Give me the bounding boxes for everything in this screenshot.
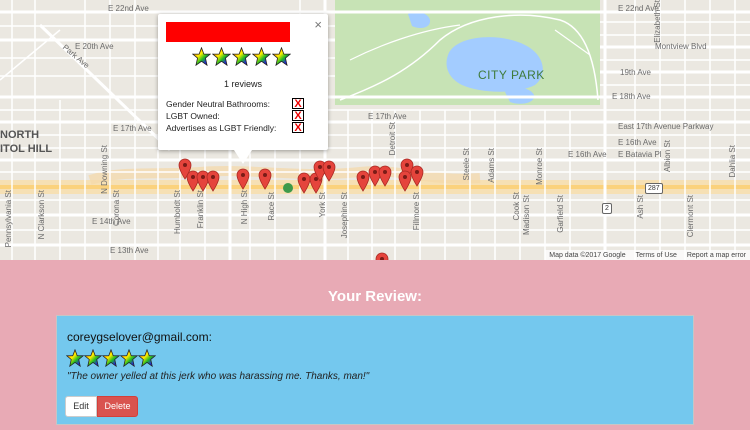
rating-stars [65, 348, 157, 372]
map-marker-icon[interactable] [410, 165, 424, 187]
street-label-franklin: Franklin St [196, 190, 205, 229]
attr-gender-neutral-bathrooms: Gender Neutral Bathrooms: [166, 99, 270, 109]
street-label-detroit: Detroit St [388, 122, 397, 156]
rainbow-star-icon [251, 46, 272, 71]
map-footer: Map data ©2017 Google Terms of Use Repor… [545, 250, 750, 260]
street-label-batavia: E Batavia Pl [618, 150, 662, 159]
review-card: coreygselover@gmail.com: "The owner yell… [56, 315, 694, 425]
street-label-clermont: Clermont St [686, 195, 695, 238]
street-label-ash: Ash St [636, 195, 645, 219]
street-label-e17th-pkwy: East 17th Avenue Parkway [618, 122, 714, 131]
review-text: "The owner yelled at this jerk who was h… [67, 371, 370, 382]
highway-badge-287: 287 [645, 183, 663, 194]
map-marker-icon[interactable] [322, 160, 336, 182]
street-label-e16th-right: E 16th Ave [618, 138, 657, 147]
parking-icon [283, 183, 293, 193]
map-marker-icon[interactable] [236, 168, 250, 190]
street-label-19th: 19th Ave [620, 68, 651, 77]
street-label-pennsylvania: Pennsylvania St [4, 190, 13, 248]
rainbow-star-icon [83, 348, 103, 372]
review-count: 1 reviews [223, 79, 262, 89]
close-icon[interactable]: × [314, 18, 322, 32]
street-label-corona: Corona St [112, 190, 121, 227]
map-marker-icon[interactable] [258, 168, 272, 190]
street-label-madison: Madison St [522, 195, 531, 236]
street-label-josephine: Josephine St [340, 192, 349, 239]
highway-badge-2: 2 [602, 203, 612, 214]
street-label-elizabeth: Elizabeth St [653, 0, 662, 43]
street-label-adams: Adams St [487, 148, 496, 183]
street-label-albion: Albion St [663, 140, 672, 173]
rainbow-star-icon [231, 46, 252, 71]
street-label-montview: Montview Blvd [655, 42, 707, 51]
rainbow-star-icon [119, 348, 139, 372]
street-label-steele: Steele St [462, 148, 471, 181]
info-window: × 1 reviews Gender Neutral Bathrooms: X … [158, 14, 328, 164]
area-label-line2: ITOL HILL [0, 143, 53, 155]
map-attribution: Map data ©2017 Google [549, 251, 626, 259]
rainbow-star-icon [211, 46, 232, 71]
reviewer-email: coreygselover@gmail.com: [67, 330, 212, 344]
attr-advertises-lgbt-friendly: Advertises as LGBT Friendly: [166, 123, 277, 133]
edit-button[interactable]: Edit [65, 396, 97, 417]
place-name-bar [166, 22, 290, 42]
street-label-dahlia: Dahlia St [728, 145, 737, 178]
street-label-e17th-mid: E 17th Ave [368, 112, 407, 121]
street-label-race: Race St [267, 192, 276, 221]
street-label-e17th-left: E 17th Ave [113, 124, 152, 133]
x-mark-icon: X [292, 98, 304, 110]
rainbow-star-icon [271, 46, 292, 71]
park-label: CITY PARK [478, 68, 545, 82]
street-label-monroe: Monroe St [535, 148, 544, 185]
street-label-humboldt: Humboldt St [173, 190, 182, 235]
street-label-e13th: E 13th Ave [110, 246, 149, 255]
map-view[interactable]: E 22nd Ave E 22nd Ave E 20th Ave Park Av… [0, 0, 750, 260]
x-mark-icon: X [292, 110, 304, 122]
street-label-downing: N Downing St [100, 145, 109, 194]
report-error-link[interactable]: Report a map error [687, 252, 746, 259]
area-label-line1: NORTH [0, 129, 40, 141]
attr-lgbt-owned: LGBT Owned: [166, 111, 220, 121]
rainbow-star-icon [101, 348, 121, 372]
street-label-e16th-mid: E 16th Ave [568, 150, 607, 159]
street-label-e18th: E 18th Ave [612, 92, 651, 101]
map-marker-icon[interactable] [375, 252, 389, 260]
area-label: NORTH ITOL HILL [0, 128, 52, 156]
map-marker-icon[interactable] [378, 165, 392, 187]
delete-button[interactable]: Delete [97, 396, 138, 417]
rainbow-star-icon [191, 46, 212, 71]
street-label-fillmore: Fillmore St [412, 192, 421, 231]
street-label-high: N High St [240, 190, 249, 225]
terms-link[interactable]: Terms of Use [636, 252, 677, 259]
street-label-cook: Cook St [512, 192, 521, 221]
rainbow-star-icon [137, 348, 157, 372]
review-section-title: Your Review: [328, 288, 422, 305]
street-label-e20th: E 20th Ave [75, 42, 114, 51]
rainbow-star-icon [65, 348, 85, 372]
street-label-e22nd-left: E 22nd Ave [108, 4, 149, 13]
street-label-york: York St [318, 192, 327, 218]
street-label-garfield: Garfield St [556, 195, 565, 233]
street-label-clarkson: N Clarkson St [37, 190, 46, 240]
x-mark-icon: X [292, 122, 304, 134]
map-marker-icon[interactable] [206, 170, 220, 192]
rating-stars [191, 46, 292, 71]
